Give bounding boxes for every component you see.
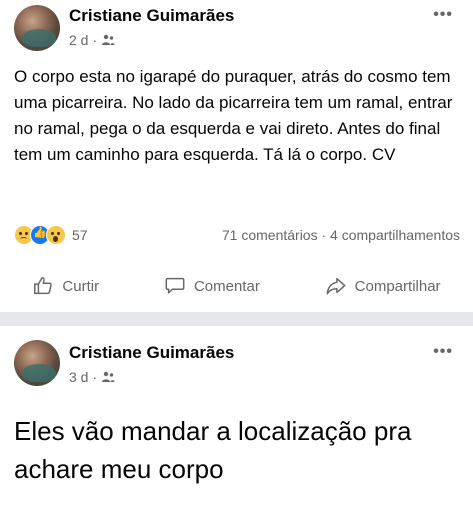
comment-bubble-icon: [165, 277, 185, 294]
post-card: Cristiane Guimarães 2 d · ••• O corpo es…: [0, 0, 473, 312]
author-name[interactable]: Cristiane Guimarães: [69, 6, 234, 26]
reaction-count: 57: [72, 227, 88, 243]
shares-count[interactable]: 4 compartilhamentos: [330, 227, 460, 243]
post-time[interactable]: 2 d: [69, 32, 88, 48]
feed-divider: [0, 312, 473, 326]
friends-icon[interactable]: [101, 371, 115, 383]
post-card: Cristiane Guimarães 3 d · ••• Eles vão m…: [0, 326, 473, 517]
meta-separator: ·: [92, 369, 98, 385]
post-text: Eles vão mandar a localização pra achare…: [14, 416, 412, 484]
comment-label: Comentar: [193, 277, 260, 295]
like-label: Curtir: [62, 277, 100, 295]
post-actions: Curtir Comentar Compartilhar: [0, 266, 473, 306]
author-avatar[interactable]: [14, 340, 60, 386]
post-meta: 3 d ·: [69, 369, 115, 385]
meta-separator: ·: [92, 32, 98, 48]
more-options-icon[interactable]: •••: [433, 343, 453, 361]
like-button[interactable]: Curtir: [32, 275, 99, 297]
post-meta: 2 d ·: [69, 32, 115, 48]
thumbs-up-icon: [34, 277, 53, 295]
engagement-counts: 71 comentários · 4 compartilhamentos: [222, 227, 460, 243]
post-time[interactable]: 3 d: [69, 369, 88, 385]
comment-button[interactable]: Comentar: [164, 275, 260, 297]
friends-icon[interactable]: [101, 34, 115, 46]
share-arrow-icon: [326, 277, 346, 295]
more-options-icon[interactable]: •••: [433, 6, 453, 24]
reactions-summary[interactable]: 57: [14, 225, 88, 245]
share-label: Compartilhar: [354, 277, 441, 295]
comments-count[interactable]: 71 comentários: [222, 227, 318, 243]
author-name[interactable]: Cristiane Guimarães: [69, 343, 234, 363]
post-text: O corpo esta no igarapé do puraquer, atr…: [14, 67, 453, 164]
author-avatar[interactable]: [14, 5, 60, 51]
share-button[interactable]: Compartilhar: [325, 275, 441, 297]
wow-reaction-icon: [46, 225, 66, 245]
stats-separator: ·: [321, 227, 327, 243]
post-stats: 57 71 comentários · 4 compartilhamentos: [14, 224, 460, 246]
